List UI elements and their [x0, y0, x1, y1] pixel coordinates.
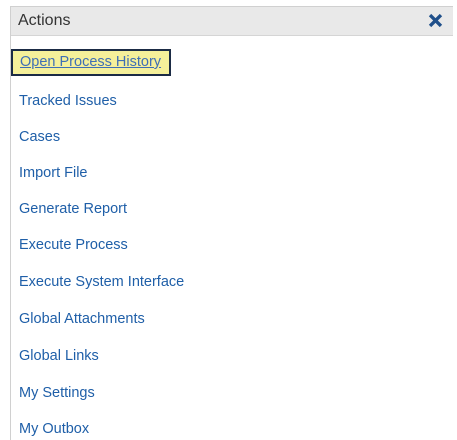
actions-panel-header: Actions	[11, 7, 453, 36]
menu-link-execute-process[interactable]: Execute Process	[11, 236, 128, 254]
menu-link-open-process-history[interactable]: Open Process History	[11, 49, 172, 76]
menu-item-my-outbox: My Outbox	[11, 420, 89, 438]
menu-item-import-file: Import File	[11, 164, 88, 182]
menu-link-tracked-issues[interactable]: Tracked Issues	[11, 92, 117, 110]
panel-title: Actions	[18, 12, 71, 29]
menu-link-global-links[interactable]: Global Links	[11, 347, 99, 365]
menu-item-generate-report: Generate Report	[11, 200, 127, 218]
menu-item-tracked-issues: Tracked Issues	[11, 92, 117, 110]
menu-item-global-links: Global Links	[11, 347, 99, 365]
actions-panel: Actions Open Process History Tracked Iss…	[10, 6, 453, 440]
menu-link-execute-system-interface[interactable]: Execute System Interface	[11, 273, 184, 291]
menu-item-my-settings: My Settings	[11, 384, 95, 402]
menu-link-my-outbox[interactable]: My Outbox	[11, 420, 89, 438]
close-icon[interactable]	[426, 11, 445, 30]
menu-item-global-attachments: Global Attachments	[11, 310, 145, 328]
menu-link-import-file[interactable]: Import File	[11, 164, 88, 182]
menu-item-open-process-history: Open Process History	[11, 49, 172, 76]
menu-link-my-settings[interactable]: My Settings	[11, 384, 95, 402]
menu-link-generate-report[interactable]: Generate Report	[11, 200, 127, 218]
menu-link-cases[interactable]: Cases	[11, 128, 60, 146]
clipped-heading-fragment	[10, 0, 40, 5]
menu-item-cases: Cases	[11, 128, 60, 146]
menu-link-global-attachments[interactable]: Global Attachments	[11, 310, 145, 328]
menu-item-execute-process: Execute Process	[11, 236, 128, 254]
menu-item-execute-system-interface: Execute System Interface	[11, 273, 184, 291]
